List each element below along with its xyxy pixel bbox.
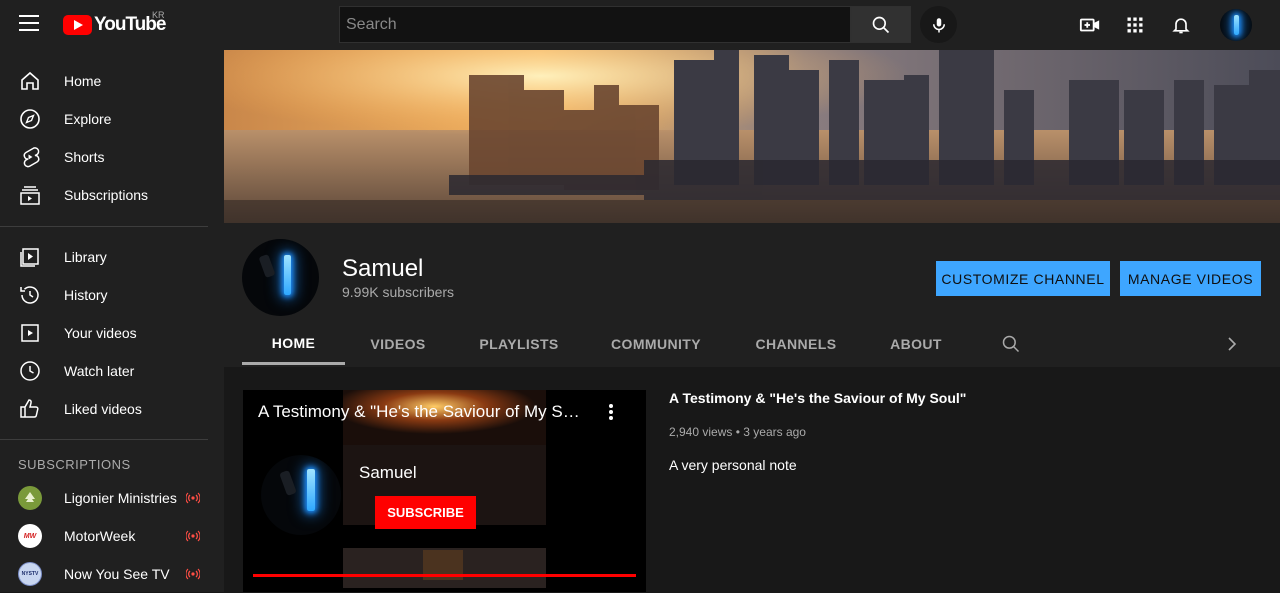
chevron-right-icon bbox=[1228, 337, 1237, 351]
tab-videos[interactable]: VIDEOS bbox=[353, 323, 443, 365]
video-description: A very personal note bbox=[669, 457, 797, 473]
notifications-button[interactable] bbox=[1169, 13, 1193, 37]
clock-icon bbox=[20, 361, 40, 381]
channel-search-button[interactable] bbox=[996, 323, 1026, 365]
country-code: KR bbox=[152, 10, 165, 20]
featured-video-player[interactable]: A Testimony & "He's the Saviour of My So… bbox=[243, 390, 646, 592]
your-videos-icon bbox=[21, 324, 39, 342]
sidebar-item-subscriptions[interactable]: Subscriptions bbox=[0, 176, 224, 214]
search-icon bbox=[872, 16, 890, 33]
channel-avatar[interactable] bbox=[242, 239, 319, 316]
live-broadcast-icon bbox=[186, 530, 200, 542]
history-icon bbox=[20, 286, 39, 304]
sidebar-item-label: Library bbox=[64, 249, 107, 265]
upload-age: 3 years ago bbox=[743, 425, 806, 439]
tab-channels[interactable]: CHANNELS bbox=[740, 323, 852, 365]
create-button[interactable] bbox=[1078, 13, 1102, 37]
sidebar-item-home[interactable]: Home bbox=[0, 62, 224, 100]
manage-videos-button[interactable]: MANAGE VIDEOS bbox=[1120, 261, 1261, 296]
sidebar-item-watch-later[interactable]: Watch later bbox=[0, 352, 224, 390]
sidebar-item-library[interactable]: Library bbox=[0, 238, 224, 276]
tab-playlists[interactable]: PLAYLISTS bbox=[464, 323, 574, 365]
channel-header: Samuel 9.99K subscribers CUSTOMIZE CHANN… bbox=[224, 223, 1280, 367]
apps-grid-icon bbox=[1127, 17, 1143, 33]
sidebar-divider bbox=[0, 439, 208, 440]
bell-icon bbox=[1172, 18, 1190, 34]
channel-banner bbox=[224, 50, 1280, 223]
subscription-item[interactable]: NYSTV Now You See TV bbox=[0, 555, 224, 593]
live-broadcast-icon bbox=[186, 492, 200, 504]
sidebar-item-liked-videos[interactable]: Liked videos bbox=[0, 390, 224, 428]
sidebar: Home Explore Shorts Subscriptions Librar… bbox=[0, 50, 224, 592]
customize-channel-button[interactable]: CUSTOMIZE CHANNEL bbox=[936, 261, 1110, 296]
sidebar-item-your-videos[interactable]: Your videos bbox=[0, 314, 224, 352]
sidebar-item-label: Home bbox=[64, 73, 102, 89]
player-channel-name: Samuel bbox=[359, 463, 417, 482]
subscriptions-icon bbox=[20, 186, 40, 205]
sidebar-item-label: Ligonier Ministries bbox=[64, 490, 177, 506]
tree-icon bbox=[25, 492, 35, 502]
home-icon bbox=[21, 71, 39, 90]
sidebar-item-label: History bbox=[64, 287, 108, 303]
sidebar-item-label: Liked videos bbox=[64, 401, 142, 417]
tab-home[interactable]: HOME bbox=[242, 323, 345, 365]
sidebar-item-label: Your videos bbox=[64, 325, 137, 341]
subscriptions-heading: SUBSCRIPTIONS bbox=[18, 457, 131, 472]
more-vert-icon[interactable] bbox=[603, 402, 619, 422]
channel-avatar: NYSTV bbox=[18, 562, 42, 586]
search-box bbox=[339, 6, 911, 43]
voice-search-button[interactable] bbox=[920, 6, 957, 43]
youtube-logo[interactable]: YouTube bbox=[63, 14, 166, 36]
subscriber-count: 9.99K subscribers bbox=[342, 284, 455, 300]
subscription-item[interactable]: Ligonier Ministries bbox=[0, 479, 224, 517]
channel-avatar: MW bbox=[18, 524, 42, 548]
masthead: YouTube KR bbox=[0, 0, 1280, 50]
subscription-item[interactable]: MW MotorWeek bbox=[0, 517, 224, 555]
view-count: 2,940 views bbox=[669, 425, 733, 439]
sidebar-item-label: Subscriptions bbox=[64, 187, 149, 203]
sidebar-item-history[interactable]: History bbox=[0, 276, 224, 314]
sidebar-item-explore[interactable]: Explore bbox=[0, 100, 224, 138]
channel-avatar bbox=[18, 486, 42, 510]
sidebar-item-label: Shorts bbox=[64, 149, 105, 165]
compass-icon bbox=[20, 109, 40, 129]
create-video-icon bbox=[1079, 18, 1100, 32]
tab-about[interactable]: ABOUT bbox=[876, 323, 956, 365]
player-channel-avatar[interactable] bbox=[261, 455, 341, 535]
search-icon bbox=[1002, 335, 1020, 353]
search-button[interactable] bbox=[851, 6, 911, 43]
featured-video-title[interactable]: A Testimony & "He's the Saviour of My So… bbox=[669, 390, 966, 406]
youtube-play-icon bbox=[63, 15, 92, 35]
tab-community[interactable]: COMMUNITY bbox=[596, 323, 716, 365]
meta-separator: • bbox=[735, 425, 740, 439]
search-input[interactable] bbox=[339, 6, 851, 43]
player-video-title: A Testimony & "He's the Saviour of My So… bbox=[258, 402, 588, 421]
sidebar-divider bbox=[0, 226, 208, 227]
sidebar-item-label: Explore bbox=[64, 111, 112, 127]
library-icon bbox=[20, 248, 39, 267]
sidebar-item-label: Now You See TV bbox=[64, 566, 170, 582]
shorts-icon bbox=[23, 147, 40, 168]
apps-button[interactable] bbox=[1123, 13, 1147, 37]
channel-name: Samuel bbox=[342, 255, 424, 282]
thumbs-up-icon bbox=[20, 399, 39, 418]
microphone-icon bbox=[932, 17, 945, 32]
account-avatar[interactable] bbox=[1220, 9, 1252, 41]
live-broadcast-icon bbox=[186, 568, 200, 580]
city-skyline-image bbox=[224, 50, 1280, 223]
sidebar-item-label: MotorWeek bbox=[64, 528, 136, 544]
sidebar-item-shorts[interactable]: Shorts bbox=[0, 138, 224, 176]
subscribe-button[interactable]: SUBSCRIBE bbox=[375, 496, 476, 529]
menu-icon[interactable] bbox=[19, 15, 39, 33]
video-progress-bar[interactable] bbox=[253, 574, 636, 577]
sidebar-item-label: Watch later bbox=[64, 363, 135, 379]
video-metadata: 2,940 views • 3 years ago bbox=[669, 425, 806, 439]
tabs-scroll-right-button[interactable] bbox=[1220, 323, 1244, 365]
